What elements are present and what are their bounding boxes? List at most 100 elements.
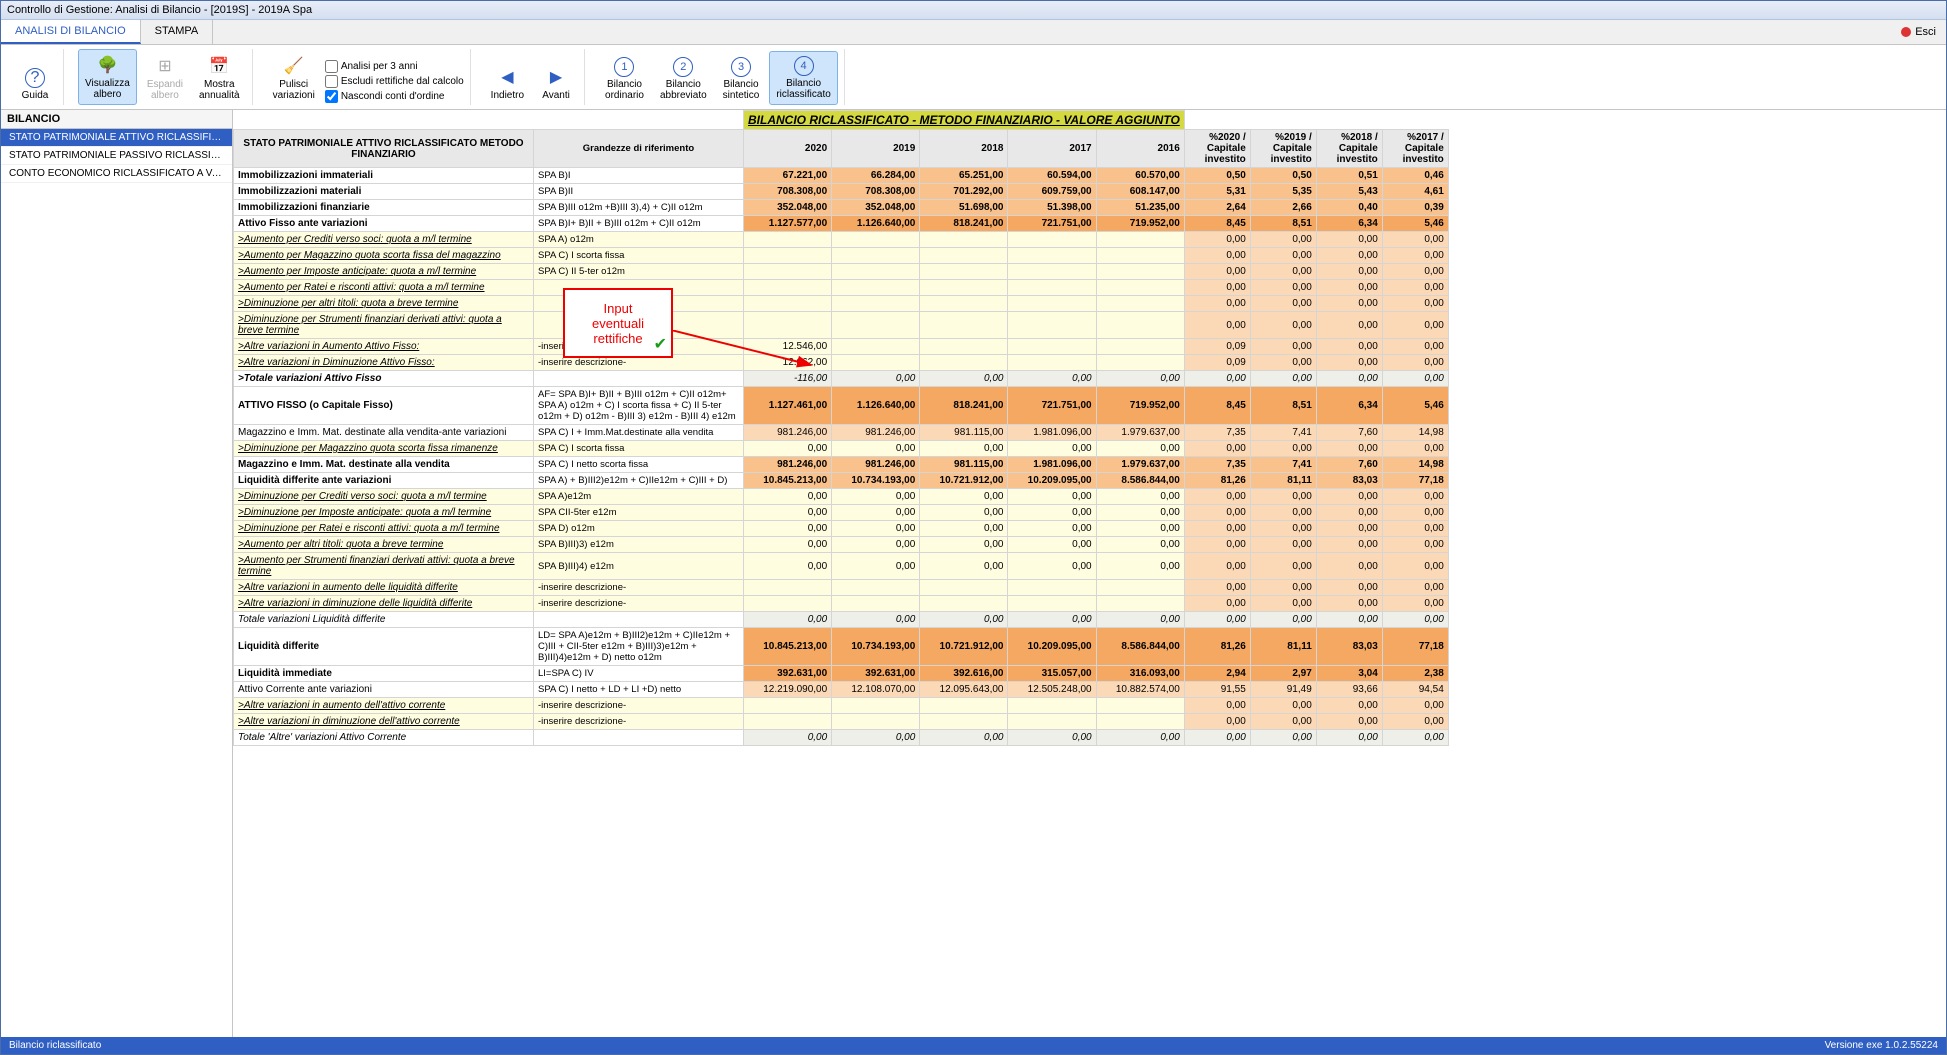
cell-value[interactable]: 0,00 [1008, 730, 1096, 746]
cell-value[interactable] [1096, 596, 1184, 612]
cell-value[interactable]: 0,00 [920, 612, 1008, 628]
cell-value[interactable]: 0,00 [832, 537, 920, 553]
tab-analisi[interactable]: ANALISI DI BILANCIO [1, 20, 141, 44]
cell-value[interactable] [1096, 264, 1184, 280]
cell-value[interactable]: 10.721.912,00 [920, 628, 1008, 666]
table-row[interactable]: >Altre variazioni in Aumento Attivo Fiss… [234, 339, 1449, 355]
cell-value[interactable]: 10.209.095,00 [1008, 628, 1096, 666]
cell-value[interactable] [1008, 280, 1096, 296]
cell-value[interactable] [832, 280, 920, 296]
cell-value[interactable] [920, 296, 1008, 312]
cell-value[interactable]: 0,00 [832, 371, 920, 387]
cell-value[interactable]: 60.570,00 [1096, 168, 1184, 184]
cell-value[interactable] [832, 248, 920, 264]
cell-value[interactable]: 721.751,00 [1008, 216, 1096, 232]
chk-3years-input[interactable] [325, 60, 338, 73]
cell-value[interactable]: 0,00 [1096, 505, 1184, 521]
cell-value[interactable]: 1.979.637,00 [1096, 425, 1184, 441]
cell-value[interactable] [832, 296, 920, 312]
clean-button[interactable]: 🧹Pulisci variazioni [267, 51, 321, 105]
chk-3years[interactable]: Analisi per 3 anni [325, 60, 464, 73]
table-row[interactable]: Immobilizzazioni materialiSPA B)II708.30… [234, 184, 1449, 200]
cell-value[interactable]: 51.398,00 [1008, 200, 1096, 216]
cell-value[interactable]: 0,00 [1008, 553, 1096, 580]
cell-value[interactable]: 316.093,00 [1096, 666, 1184, 682]
cell-value[interactable]: 981.246,00 [744, 425, 832, 441]
chk-exclude[interactable]: Escludi rettifiche dal calcolo [325, 75, 464, 88]
bilancio-sintetico-button[interactable]: 3Bilancio sintetico [717, 53, 766, 105]
cell-value[interactable] [832, 339, 920, 355]
cell-value[interactable]: 8.586.844,00 [1096, 473, 1184, 489]
cell-value[interactable]: 0,00 [832, 553, 920, 580]
cell-value[interactable]: 981.246,00 [832, 425, 920, 441]
cell-value[interactable] [1008, 698, 1096, 714]
cell-value[interactable]: 1.127.577,00 [744, 216, 832, 232]
cell-value[interactable] [1096, 714, 1184, 730]
cell-value[interactable]: 0,00 [920, 521, 1008, 537]
cell-value[interactable] [920, 248, 1008, 264]
cell-value[interactable] [832, 698, 920, 714]
cell-value[interactable]: 0,00 [1096, 730, 1184, 746]
table-row[interactable]: >Aumento per altri titoli: quota a breve… [234, 537, 1449, 553]
table-row[interactable]: >Aumento per Magazzino quota scorta fiss… [234, 248, 1449, 264]
cell-value[interactable]: 1.126.640,00 [832, 387, 920, 425]
cell-value[interactable] [1096, 355, 1184, 371]
cell-value[interactable]: 10.845.213,00 [744, 628, 832, 666]
cell-value[interactable]: 51.698,00 [920, 200, 1008, 216]
cell-value[interactable]: 1.126.640,00 [832, 216, 920, 232]
table-row[interactable]: Liquidità immediateLI=SPA C) IV392.631,0… [234, 666, 1449, 682]
sidebar-item-attivo[interactable]: STATO PATRIMONIALE ATTIVO RICLASSIFICATO… [1, 129, 232, 147]
cell-value[interactable]: 0,00 [744, 730, 832, 746]
cell-value[interactable] [1096, 248, 1184, 264]
cell-value[interactable]: 0,00 [1096, 553, 1184, 580]
cell-value[interactable]: 0,00 [920, 441, 1008, 457]
cell-value[interactable]: 0,00 [832, 521, 920, 537]
table-row[interactable]: ATTIVO FISSO (o Capitale Fisso)AF= SPA B… [234, 387, 1449, 425]
help-button[interactable]: ?Guida [13, 64, 57, 105]
cell-value[interactable]: -116,00 [744, 371, 832, 387]
grid-area[interactable]: Input eventuali rettifiche ✔ BILANCIO RI… [233, 110, 1946, 1037]
cell-value[interactable]: 0,00 [744, 612, 832, 628]
cell-value[interactable] [920, 698, 1008, 714]
table-row[interactable]: Magazzino e Imm. Mat. destinate alla ven… [234, 425, 1449, 441]
cell-value[interactable] [744, 698, 832, 714]
table-row[interactable]: >Aumento per Strumenti finanziari deriva… [234, 553, 1449, 580]
cell-value[interactable] [1008, 264, 1096, 280]
cell-value[interactable]: 981.246,00 [832, 457, 920, 473]
cell-value[interactable] [832, 355, 920, 371]
table-row[interactable]: >Aumento per Crediti verso soci: quota a… [234, 232, 1449, 248]
cell-value[interactable]: 0,00 [1096, 612, 1184, 628]
cell-value[interactable]: 65.251,00 [920, 168, 1008, 184]
cell-value[interactable] [832, 714, 920, 730]
bilancio-abbreviato-button[interactable]: 2Bilancio abbreviato [654, 53, 713, 105]
table-row[interactable]: Immobilizzazioni immaterialiSPA B)I67.22… [234, 168, 1449, 184]
cell-value[interactable]: 0,00 [1096, 441, 1184, 457]
cell-value[interactable]: 701.292,00 [920, 184, 1008, 200]
cell-value[interactable]: 1.127.461,00 [744, 387, 832, 425]
cell-value[interactable] [744, 280, 832, 296]
cell-value[interactable]: 60.594,00 [1008, 168, 1096, 184]
table-row[interactable]: >Altre variazioni in aumento delle liqui… [234, 580, 1449, 596]
cell-value[interactable]: 0,00 [744, 537, 832, 553]
cell-value[interactable]: 708.308,00 [832, 184, 920, 200]
cell-value[interactable]: 818.241,00 [920, 387, 1008, 425]
cell-value[interactable] [1008, 355, 1096, 371]
table-row[interactable]: Attivo Fisso ante variazioniSPA B)I+ B)I… [234, 216, 1449, 232]
cell-value[interactable]: 10.721.912,00 [920, 473, 1008, 489]
cell-value[interactable] [920, 355, 1008, 371]
table-row[interactable]: Liquidità differiteLD= SPA A)e12m + B)II… [234, 628, 1449, 666]
cell-value[interactable]: 981.115,00 [920, 457, 1008, 473]
chk-exclude-input[interactable] [325, 75, 338, 88]
cell-value[interactable]: 0,00 [744, 489, 832, 505]
view-tree-button[interactable]: 🌳Visualizza albero [78, 49, 137, 105]
cell-value[interactable] [1008, 312, 1096, 339]
cell-value[interactable]: 10.845.213,00 [744, 473, 832, 489]
cell-value[interactable]: 0,00 [832, 489, 920, 505]
exit-button[interactable]: Esci [1891, 20, 1946, 44]
cell-value[interactable]: 0,00 [744, 441, 832, 457]
chk-hide-input[interactable] [325, 90, 338, 103]
table-row[interactable]: Totale variazioni Liquidità differite0,0… [234, 612, 1449, 628]
cell-value[interactable] [920, 714, 1008, 730]
table-row[interactable]: >Altre variazioni in aumento dell'attivo… [234, 698, 1449, 714]
cell-value[interactable]: 981.246,00 [744, 457, 832, 473]
